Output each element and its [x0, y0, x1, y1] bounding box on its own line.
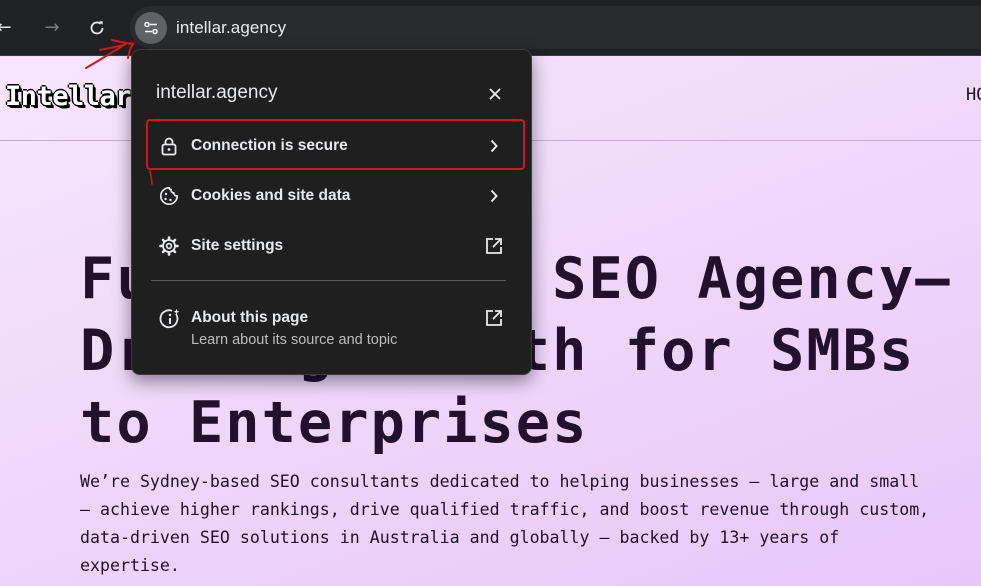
back-arrow-icon[interactable]: ←	[0, 12, 20, 44]
popup-title: intellar.agency	[156, 82, 278, 103]
reload-icon[interactable]	[81, 12, 113, 44]
popup-divider	[151, 280, 506, 281]
about-this-page-label: About this page	[191, 309, 309, 326]
chevron-right-icon	[484, 186, 504, 206]
url-text[interactable]: intellar.agency	[176, 18, 286, 38]
site-info-popup: intellar.agency Connection is secure Coo…	[131, 49, 532, 375]
settings-icon	[159, 236, 179, 256]
about-this-page-sublabel: Learn about its source and topic	[191, 332, 398, 348]
cookie-icon	[159, 186, 179, 206]
site-settings-label: Site settings	[191, 237, 284, 254]
site-logo[interactable]: Intellar	[5, 81, 132, 112]
cookies-site-data-label: Cookies and site data	[191, 187, 351, 204]
nav-link-home[interactable]: HO	[966, 85, 981, 105]
close-icon[interactable]	[481, 80, 509, 108]
tune-icon[interactable]	[135, 12, 167, 44]
cookies-site-data-item[interactable]: Cookies and site data	[132, 171, 531, 221]
forward-arrow-icon[interactable]: →	[36, 12, 68, 44]
annotation-highlight-box	[146, 119, 525, 170]
about-page-icon	[159, 308, 180, 329]
about-this-page-item[interactable]: About this page Learn about its source a…	[132, 293, 531, 353]
browser-toolbar: ← → intellar.agency	[0, 0, 981, 56]
external-link-icon	[484, 308, 504, 328]
external-link-icon	[484, 236, 504, 256]
hero-description: We’re Sydney-based SEO consultants dedic…	[80, 472, 930, 575]
site-settings-item[interactable]: Site settings	[132, 221, 531, 271]
